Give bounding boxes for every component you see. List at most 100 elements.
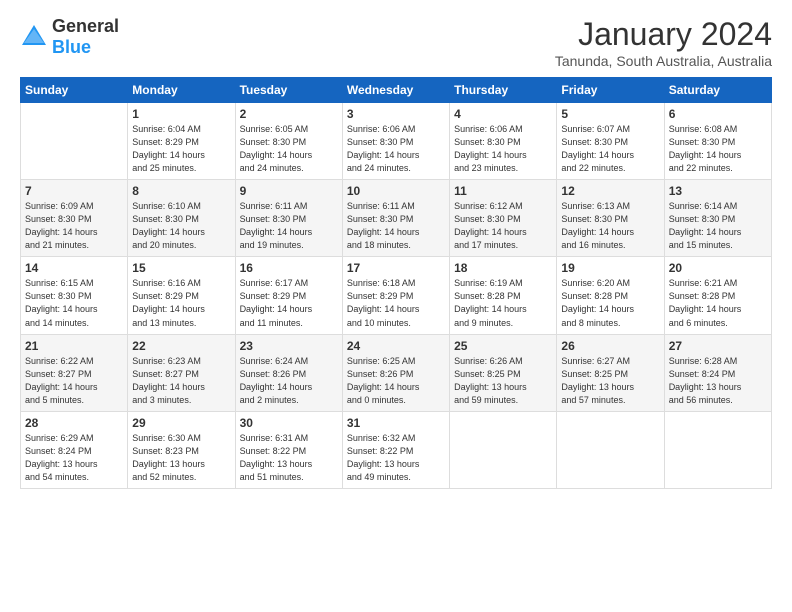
day-number: 12 — [561, 184, 659, 198]
day-cell: 15Sunrise: 6:16 AM Sunset: 8:29 PM Dayli… — [128, 257, 235, 334]
logo-general: General — [52, 16, 119, 36]
day-cell: 27Sunrise: 6:28 AM Sunset: 8:24 PM Dayli… — [664, 334, 771, 411]
day-info: Sunrise: 6:22 AM Sunset: 8:27 PM Dayligh… — [25, 355, 123, 407]
day-info: Sunrise: 6:20 AM Sunset: 8:28 PM Dayligh… — [561, 277, 659, 329]
day-number: 11 — [454, 184, 552, 198]
day-number: 24 — [347, 339, 445, 353]
day-cell: 24 Sunrise: 6:25 AM Sunset: 8:26 PM Dayli… — [342, 334, 449, 411]
day-number: 18 — [454, 261, 552, 275]
day-cell: 3 Sunrise: 6:06 AM Sunset: 8:30 PM Daylig… — [342, 103, 449, 180]
day-number: 16 — [240, 261, 338, 275]
day-number: 8 — [132, 184, 230, 198]
day-number: 10 — [347, 184, 445, 198]
day-info: Sunrise: 6:08 AM Sunset: 8:30 PM Dayligh… — [669, 123, 767, 175]
day-cell: 23Sunrise: 6:24 AM Sunset: 8:26 PM Dayli… — [235, 334, 342, 411]
day-info: Sunrise: 6:12 AM Sunset: 8:30 PM Dayligh… — [454, 200, 552, 252]
day-number: 6 — [669, 107, 767, 121]
day-number: 5 — [561, 107, 659, 121]
day-number: 20 — [669, 261, 767, 275]
day-info: Sunrise: 6:11 AM Sunset: 8:30 PM Dayligh… — [240, 200, 338, 252]
day-info: Sunrise: 6:29 AM Sunset: 8:24 PM Dayligh… — [25, 432, 123, 484]
day-number: 31 — [347, 416, 445, 430]
calendar-table: Sunday Monday Tuesday Wednesday Thursday… — [20, 77, 772, 489]
day-info: Sunrise: 6:10 AM Sunset: 8:30 PM Dayligh… — [132, 200, 230, 252]
day-cell — [450, 411, 557, 488]
day-cell: 13 Sunrise: 6:14 AM Sunset: 8:30 PM Dayli… — [664, 180, 771, 257]
day-cell: 1 Sunrise: 6:04 AM Sunset: 8:29 PM Daylig… — [128, 103, 235, 180]
day-cell — [664, 411, 771, 488]
day-number: 9 — [240, 184, 338, 198]
day-info: Sunrise: 6:13 AM Sunset: 8:30 PM Dayligh… — [561, 200, 659, 252]
day-number: 19 — [561, 261, 659, 275]
day-info: Sunrise: 6:17 AM Sunset: 8:29 PM Dayligh… — [240, 277, 338, 329]
day-cell: 18Sunrise: 6:19 AM Sunset: 8:28 PM Dayli… — [450, 257, 557, 334]
day-number: 13 — [669, 184, 767, 198]
day-info: Sunrise: 6:05 AM Sunset: 8:30 PM Dayligh… — [240, 123, 338, 175]
day-info: Sunrise: 6:27 AM Sunset: 8:25 PM Dayligh… — [561, 355, 659, 407]
logo: General Blue — [20, 16, 119, 58]
day-cell: 21 Sunrise: 6:22 AM Sunset: 8:27 PM Dayli… — [21, 334, 128, 411]
day-info: Sunrise: 6:24 AM Sunset: 8:26 PM Dayligh… — [240, 355, 338, 407]
day-info: Sunrise: 6:11 AM Sunset: 8:30 PM Dayligh… — [347, 200, 445, 252]
day-number: 17 — [347, 261, 445, 275]
logo-text: General Blue — [52, 16, 119, 58]
header-friday: Friday — [557, 78, 664, 103]
week-row-1: 1 Sunrise: 6:04 AM Sunset: 8:29 PM Daylig… — [21, 103, 772, 180]
header-tuesday: Tuesday — [235, 78, 342, 103]
day-number: 3 — [347, 107, 445, 121]
day-number: 22 — [132, 339, 230, 353]
week-row-4: 21 Sunrise: 6:22 AM Sunset: 8:27 PM Dayli… — [21, 334, 772, 411]
day-info: Sunrise: 6:04 AM Sunset: 8:29 PM Dayligh… — [132, 123, 230, 175]
logo-icon — [20, 23, 48, 51]
week-row-3: 14Sunrise: 6:15 AM Sunset: 8:30 PM Dayli… — [21, 257, 772, 334]
day-cell: 20Sunrise: 6:21 AM Sunset: 8:28 PM Dayli… — [664, 257, 771, 334]
day-info: Sunrise: 6:18 AM Sunset: 8:29 PM Dayligh… — [347, 277, 445, 329]
day-number: 1 — [132, 107, 230, 121]
day-cell: 28Sunrise: 6:29 AM Sunset: 8:24 PM Dayli… — [21, 411, 128, 488]
day-cell — [557, 411, 664, 488]
day-info: Sunrise: 6:09 AM Sunset: 8:30 PM Dayligh… — [25, 200, 123, 252]
day-cell: 30 Sunrise: 6:31 AM Sunset: 8:22 PM Dayli… — [235, 411, 342, 488]
day-info: Sunrise: 6:26 AM Sunset: 8:25 PM Dayligh… — [454, 355, 552, 407]
day-info: Sunrise: 6:06 AM Sunset: 8:30 PM Dayligh… — [454, 123, 552, 175]
day-info: Sunrise: 6:06 AM Sunset: 8:30 PM Dayligh… — [347, 123, 445, 175]
title-block: January 2024 Tanunda, South Australia, A… — [555, 16, 772, 69]
day-cell: 2Sunrise: 6:05 AM Sunset: 8:30 PM Daylig… — [235, 103, 342, 180]
day-cell: 4Sunrise: 6:06 AM Sunset: 8:30 PM Daylig… — [450, 103, 557, 180]
day-cell: 6 Sunrise: 6:08 AM Sunset: 8:30 PM Daylig… — [664, 103, 771, 180]
calendar-title: January 2024 — [555, 16, 772, 53]
day-cell: 26 Sunrise: 6:27 AM Sunset: 8:25 PM Dayli… — [557, 334, 664, 411]
day-number: 29 — [132, 416, 230, 430]
calendar-subtitle: Tanunda, South Australia, Australia — [555, 53, 772, 69]
day-cell: 9 Sunrise: 6:11 AM Sunset: 8:30 PM Daylig… — [235, 180, 342, 257]
header-sunday: Sunday — [21, 78, 128, 103]
logo-blue: Blue — [52, 37, 91, 57]
day-cell: 11 Sunrise: 6:12 AM Sunset: 8:30 PM Dayli… — [450, 180, 557, 257]
day-info: Sunrise: 6:30 AM Sunset: 8:23 PM Dayligh… — [132, 432, 230, 484]
day-cell: 22 Sunrise: 6:23 AM Sunset: 8:27 PM Dayli… — [128, 334, 235, 411]
header: General Blue January 2024 Tanunda, South… — [20, 16, 772, 69]
day-cell: 31Sunrise: 6:32 AM Sunset: 8:22 PM Dayli… — [342, 411, 449, 488]
day-cell: 5 Sunrise: 6:07 AM Sunset: 8:30 PM Daylig… — [557, 103, 664, 180]
day-cell: 10 Sunrise: 6:11 AM Sunset: 8:30 PM Dayli… — [342, 180, 449, 257]
day-cell: 8 Sunrise: 6:10 AM Sunset: 8:30 PM Daylig… — [128, 180, 235, 257]
day-number: 21 — [25, 339, 123, 353]
header-thursday: Thursday — [450, 78, 557, 103]
day-info: Sunrise: 6:15 AM Sunset: 8:30 PM Dayligh… — [25, 277, 123, 329]
day-info: Sunrise: 6:14 AM Sunset: 8:30 PM Dayligh… — [669, 200, 767, 252]
day-info: Sunrise: 6:16 AM Sunset: 8:29 PM Dayligh… — [132, 277, 230, 329]
header-monday: Monday — [128, 78, 235, 103]
header-saturday: Saturday — [664, 78, 771, 103]
day-info: Sunrise: 6:07 AM Sunset: 8:30 PM Dayligh… — [561, 123, 659, 175]
day-info: Sunrise: 6:31 AM Sunset: 8:22 PM Dayligh… — [240, 432, 338, 484]
day-number: 26 — [561, 339, 659, 353]
calendar-page: General Blue January 2024 Tanunda, South… — [0, 0, 792, 612]
day-cell: 14Sunrise: 6:15 AM Sunset: 8:30 PM Dayli… — [21, 257, 128, 334]
day-number: 25 — [454, 339, 552, 353]
day-number: 27 — [669, 339, 767, 353]
day-info: Sunrise: 6:25 AM Sunset: 8:26 PM Dayligh… — [347, 355, 445, 407]
day-info: Sunrise: 6:23 AM Sunset: 8:27 PM Dayligh… — [132, 355, 230, 407]
day-number: 30 — [240, 416, 338, 430]
day-cell: 19 Sunrise: 6:20 AM Sunset: 8:28 PM Dayli… — [557, 257, 664, 334]
week-row-5: 28Sunrise: 6:29 AM Sunset: 8:24 PM Dayli… — [21, 411, 772, 488]
